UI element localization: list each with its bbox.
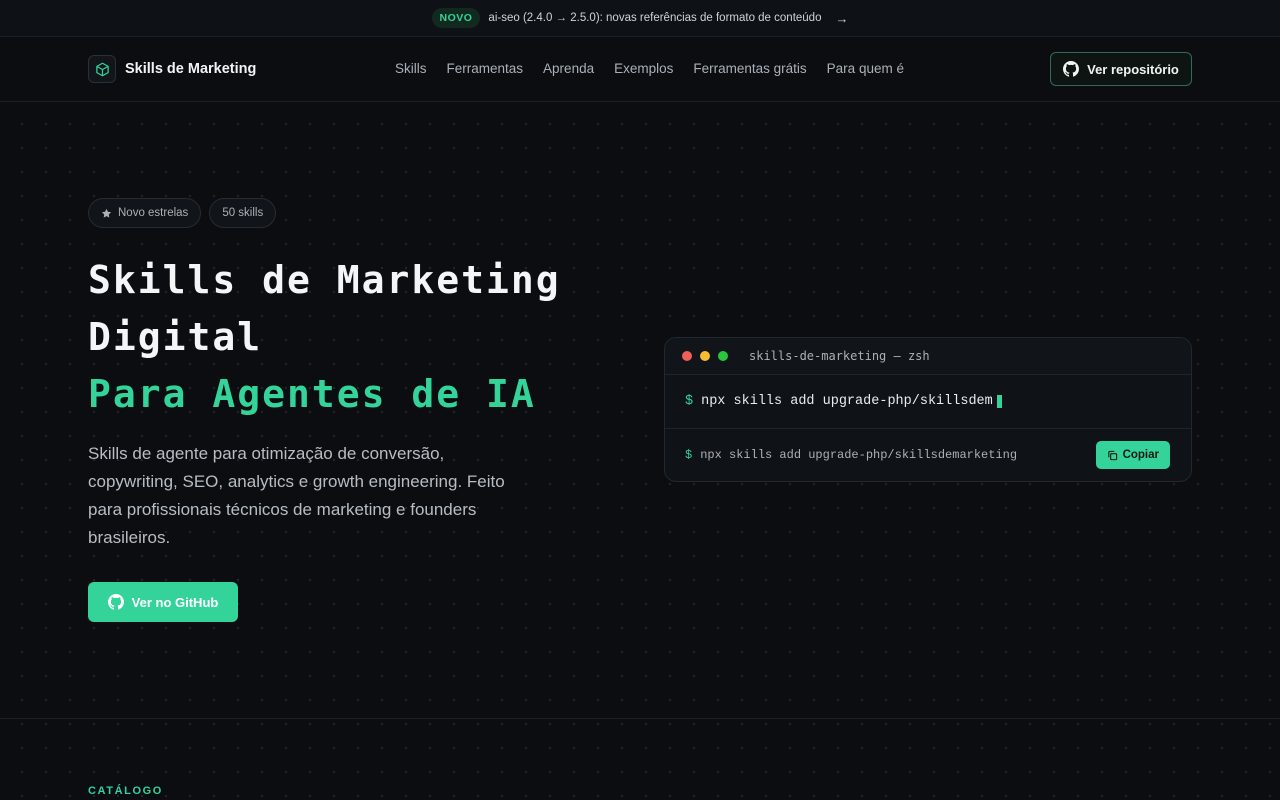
hero-title: Skills de Marketing Digital Para Agentes… (88, 252, 648, 423)
github-icon (107, 594, 124, 610)
skills-count-pill: 50 skills (209, 198, 277, 228)
close-dot-icon (682, 351, 692, 361)
nav-links: Skills Ferramentas Aprenda Exemplos Ferr… (395, 61, 904, 76)
copy-button-label: Copiar (1122, 449, 1159, 461)
catalog-section-label: CATÁLOGO (88, 785, 163, 797)
brand-link[interactable]: Skills de Marketing (88, 55, 256, 83)
view-on-github-label: Ver no GitHub (131, 594, 219, 610)
maximize-dot-icon (718, 351, 728, 361)
github-icon (1063, 61, 1080, 77)
navbar: Skills de Marketing Skills Ferramentas A… (0, 37, 1280, 102)
hero-pills: Novo estrelas 50 skills (88, 198, 277, 228)
minimize-dot-icon (700, 351, 710, 361)
star-icon (101, 208, 112, 218)
announcement-text[interactable]: ai-seo (2.4.0 → 2.5.0): novas referência… (488, 12, 821, 24)
copy-button[interactable]: Copiar (1095, 441, 1170, 469)
terminal-window: skills-de-marketing — zsh $ npx skills a… (664, 337, 1192, 482)
stars-pill-label: Novo estrelas (118, 207, 189, 219)
install-command-text: npx skills add upgrade-php/skillsdemarke… (700, 448, 1018, 462)
section-divider (0, 718, 1280, 719)
nav-link-skills[interactable]: Skills (395, 61, 427, 76)
view-on-github-button[interactable]: Ver no GitHub (88, 582, 238, 622)
nav-link-exemplos[interactable]: Exemplos (614, 61, 673, 76)
new-badge: NOVO (431, 8, 481, 28)
announcement-bar[interactable]: NOVO ai-seo (2.4.0 → 2.5.0): novas refer… (0, 0, 1280, 37)
nav-link-aprenda[interactable]: Aprenda (543, 61, 594, 76)
install-command-prompt: $ (685, 448, 693, 462)
copy-icon (1107, 450, 1117, 460)
terminal-header: skills-de-marketing — zsh (665, 338, 1191, 375)
nav-link-ferramentas-gratis[interactable]: Ferramentas grátis (693, 61, 806, 76)
view-repository-button[interactable]: Ver repositório (1050, 52, 1192, 86)
view-repository-label: Ver repositório (1087, 61, 1179, 77)
stars-pill: Novo estrelas (88, 198, 202, 228)
terminal-copy-row: $ npx skills add upgrade-php/skillsdemark… (665, 429, 1191, 481)
arrow-right-icon[interactable]: → (835, 11, 848, 26)
brand-name: Skills de Marketing (125, 61, 257, 77)
nav-link-ferramentas[interactable]: Ferramentas (447, 61, 524, 76)
terminal-typing-line: $ npx skills add upgrade-php/skillsdem (665, 375, 1191, 429)
install-command[interactable]: $ npx skills add upgrade-php/skillsdemark… (685, 448, 1017, 462)
terminal-typed-command: npx skills add upgrade-php/skillsdem (701, 394, 993, 409)
hero-title-line3: Para Agentes de IA (88, 372, 536, 416)
nav-link-para-quem-e[interactable]: Para quem é (827, 61, 904, 76)
hero-title-line1: Skills de Marketing (88, 258, 561, 302)
cube-icon (88, 55, 116, 83)
terminal-prompt: $ (685, 394, 694, 409)
hero-title-line2: Digital (88, 315, 263, 359)
terminal-title: skills-de-marketing — zsh (749, 349, 930, 363)
skills-count-label: 50 skills (222, 207, 264, 219)
terminal-cursor (996, 395, 1002, 408)
hero-description: Skills de agente para otimização de conv… (88, 444, 505, 547)
